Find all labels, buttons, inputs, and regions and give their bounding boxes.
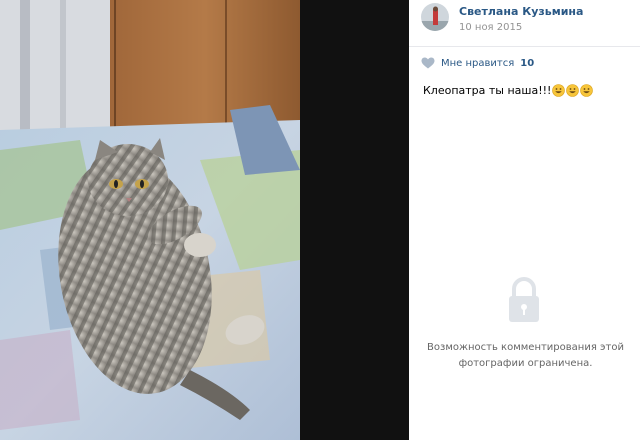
photo-pane[interactable] <box>0 0 409 440</box>
divider <box>409 46 640 47</box>
comments-restricted-text: Возможность комментирования этой фотогра… <box>427 342 624 369</box>
heart-icon <box>421 57 435 69</box>
caption-text: Клеопатра ты наша!!! <box>423 84 552 97</box>
author-block: Светлана Кузьмина 10 ноя 2015 <box>409 0 640 44</box>
photo-caption: Клеопатра ты наша!!! <box>423 84 594 97</box>
post-date[interactable]: 10 ноя 2015 <box>459 22 583 33</box>
likes-label: Мне нравится <box>441 57 515 69</box>
like-button[interactable]: Мне нравится 10 <box>421 57 534 69</box>
grinning-face-emoji <box>580 84 594 97</box>
photo-sidebar: Светлана Кузьмина 10 ноя 2015 Мне нравит… <box>409 0 640 440</box>
lock-icon <box>504 276 544 324</box>
avatar[interactable] <box>421 3 449 31</box>
author-name-link[interactable]: Светлана Кузьмина <box>459 5 583 18</box>
likes-count: 10 <box>520 57 535 69</box>
cat-photo[interactable] <box>0 0 409 440</box>
photo-viewer: Светлана Кузьмина 10 ноя 2015 Мне нравит… <box>0 0 640 440</box>
grinning-face-emoji <box>552 84 566 97</box>
grinning-face-emoji <box>566 84 580 97</box>
